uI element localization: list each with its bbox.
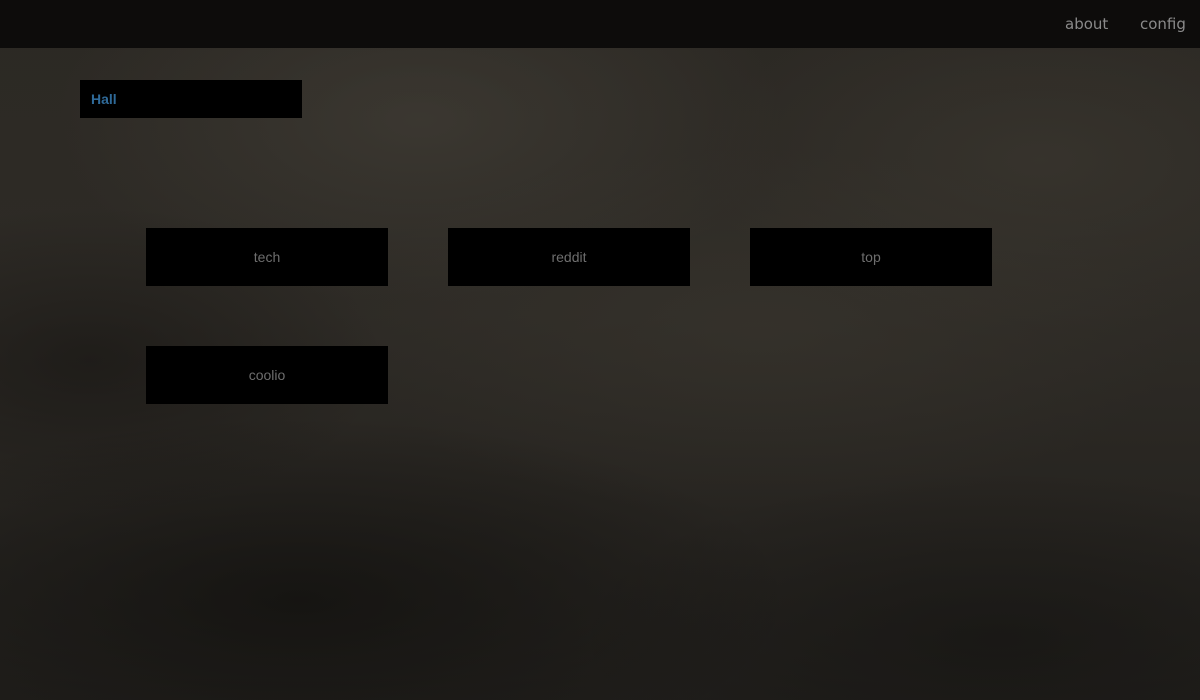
tile-label: top (861, 249, 881, 265)
tile-label: coolio (248, 367, 286, 383)
about-link[interactable]: about (1065, 15, 1108, 33)
tile-label: reddit (551, 249, 587, 265)
page-title: Hall (91, 91, 117, 107)
tile-label: tech (253, 249, 281, 265)
tile-tech[interactable]: tech (146, 228, 388, 286)
top-nav-bar: about config (0, 0, 1200, 48)
config-link[interactable]: config (1140, 15, 1186, 33)
tile-coolio[interactable]: coolio (146, 346, 388, 404)
tile-top[interactable]: top (750, 228, 992, 286)
tile-reddit[interactable]: reddit (448, 228, 690, 286)
page-title-box: Hall (80, 80, 302, 118)
